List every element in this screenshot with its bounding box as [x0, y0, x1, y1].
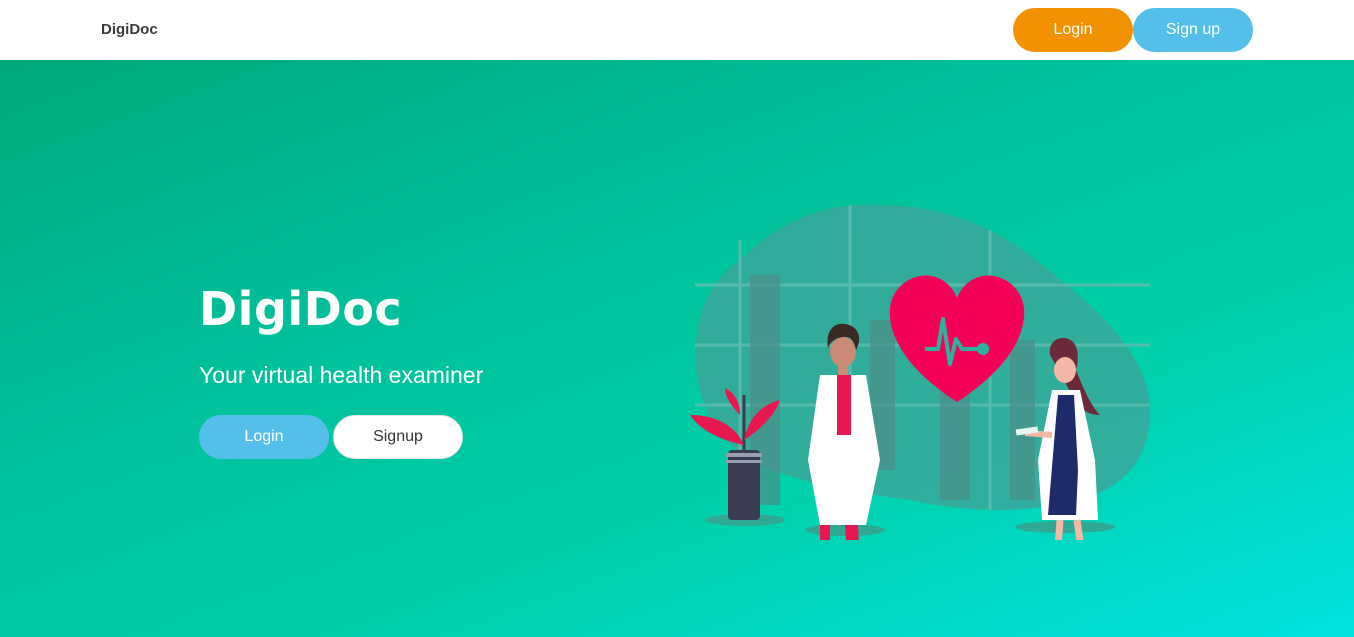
nav-login-button[interactable]: Login	[1013, 8, 1133, 52]
hero-section: DigiDoc Your virtual health examiner Log…	[0, 60, 1354, 637]
nav-signup-button[interactable]: Sign up	[1133, 8, 1253, 52]
brand-logo[interactable]: DigiDoc	[101, 21, 158, 38]
hero-signup-button[interactable]: Signup	[333, 415, 463, 459]
hero-subtitle: Your virtual health examiner	[199, 362, 484, 388]
navbar: DigiDoc Login Sign up	[0, 0, 1354, 60]
hero-login-button[interactable]: Login	[199, 415, 329, 459]
hero-title: DigiDoc	[199, 282, 403, 336]
doctors-heart-illustration	[690, 204, 1150, 540]
